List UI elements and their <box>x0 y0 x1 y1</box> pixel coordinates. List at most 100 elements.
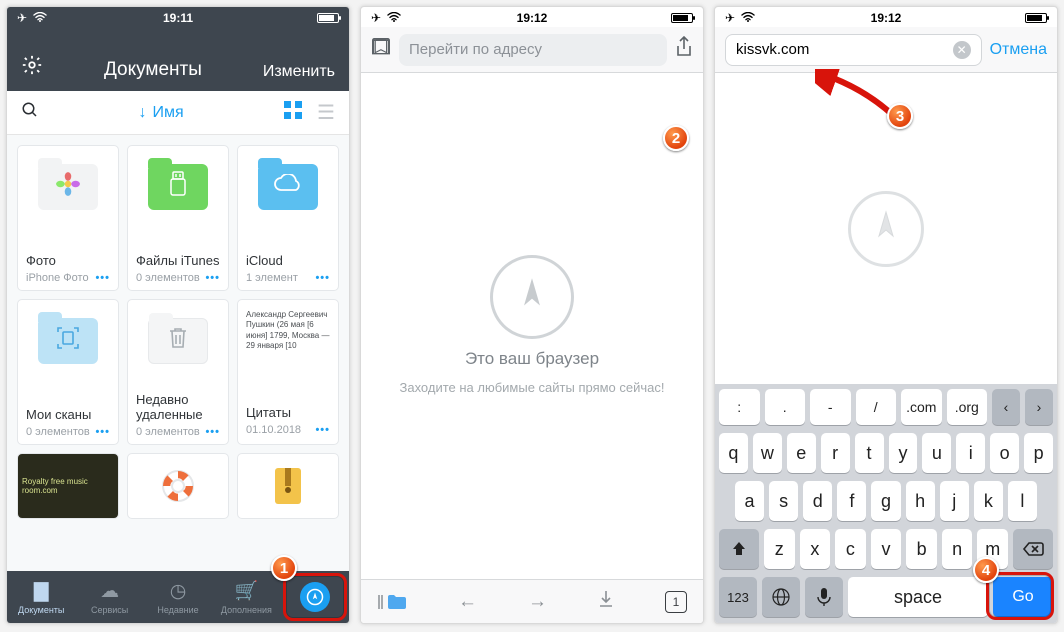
tab-addons[interactable]: 🛒Дополнения <box>212 571 280 623</box>
key-globe[interactable] <box>762 577 800 617</box>
key-k[interactable]: k <box>974 481 1003 521</box>
key-space[interactable]: space <box>848 577 988 617</box>
key-i[interactable]: i <box>956 433 985 473</box>
more-icon[interactable]: ••• <box>205 272 220 284</box>
key-d[interactable]: d <box>803 481 832 521</box>
status-time: 19:12 <box>517 11 548 25</box>
tile-scans[interactable]: Мои сканы 0 элементов••• <box>17 299 119 445</box>
tabs-button[interactable]: 1 <box>665 591 687 613</box>
address-field[interactable]: Перейти по адресу <box>399 34 667 66</box>
list-view-icon[interactable]: ☰ <box>317 100 335 125</box>
key-prev[interactable]: ‹ <box>992 389 1020 425</box>
cancel-button[interactable]: Отмена <box>990 41 1047 59</box>
tile-itunes[interactable]: Файлы iTunes 0 элементов••• <box>127 145 229 291</box>
note-preview: Александр Сергеевич Пушкин (26 мая [6 ию… <box>246 310 330 352</box>
key-mic[interactable] <box>805 577 843 617</box>
key-slash[interactable]: / <box>856 389 897 425</box>
sort-button[interactable]: ↓ Имя <box>138 104 183 122</box>
key-o[interactable]: o <box>990 433 1019 473</box>
share-icon[interactable] <box>675 36 693 64</box>
back-icon[interactable]: ← <box>458 591 477 613</box>
key-next[interactable]: › <box>1025 389 1053 425</box>
more-icon[interactable]: ••• <box>315 424 330 436</box>
wifi-icon <box>33 11 47 25</box>
key-c[interactable]: c <box>835 529 866 569</box>
thumb-lifebuoy[interactable] <box>127 453 229 519</box>
key-n[interactable]: n <box>942 529 973 569</box>
key-x[interactable]: x <box>800 529 831 569</box>
empty-title: Это ваш браузер <box>465 349 599 369</box>
key-r[interactable]: r <box>821 433 850 473</box>
address-input[interactable]: kissvk.com ✕ <box>725 34 982 66</box>
tab-recent[interactable]: ◷Недавние <box>144 571 212 623</box>
key-l[interactable]: l <box>1008 481 1037 521</box>
download-icon[interactable] <box>598 590 614 614</box>
thumb-music[interactable]: Royalty free music room.com <box>17 453 119 519</box>
key-b[interactable]: b <box>906 529 937 569</box>
thumb-zip[interactable] <box>237 453 339 519</box>
key-a[interactable]: a <box>735 481 764 521</box>
search-icon[interactable] <box>21 101 39 124</box>
key-f[interactable]: f <box>837 481 866 521</box>
tabs-count-label: 1 <box>673 595 680 609</box>
airplane-icon: ✈ <box>725 11 735 25</box>
tile-name: Цитаты <box>246 405 330 420</box>
tile-photos[interactable]: Фото iPhone Фото••• <box>17 145 119 291</box>
key-s[interactable]: s <box>769 481 798 521</box>
tab-services[interactable]: ☁Сервисы <box>75 571 143 623</box>
more-icon[interactable]: ••• <box>95 272 110 284</box>
battery-icon <box>671 13 693 23</box>
grid-view-icon[interactable] <box>283 100 303 125</box>
key-123[interactable]: 123 <box>719 577 757 617</box>
tab-documents[interactable]: ▇Документы <box>7 571 75 623</box>
key-e[interactable]: e <box>787 433 816 473</box>
more-icon[interactable]: ••• <box>95 426 110 438</box>
tile-icloud[interactable]: iCloud 1 элемент••• <box>237 145 339 291</box>
gear-icon[interactable] <box>21 54 43 81</box>
documents-grid[interactable]: Фото iPhone Фото••• Файлы iTunes 0 элеме… <box>7 135 349 571</box>
key-g[interactable]: g <box>871 481 900 521</box>
tile-quotes[interactable]: Александр Сергеевич Пушкин (26 мая [6 ию… <box>237 299 339 445</box>
key-t[interactable]: t <box>855 433 884 473</box>
edit-button[interactable]: Изменить <box>263 63 335 81</box>
key-dash[interactable]: - <box>810 389 851 425</box>
key-j[interactable]: j <box>940 481 969 521</box>
key-v[interactable]: v <box>871 529 902 569</box>
key-dotorg[interactable]: .org <box>947 389 988 425</box>
clock-icon: ◷ <box>170 580 187 603</box>
phone-2-browser-empty: ✈ 19:12 Перейти по адресу Это ваш браузе… <box>360 6 704 624</box>
key-shift[interactable] <box>719 529 759 569</box>
tab-label: Дополнения <box>221 605 272 615</box>
tile-name: Файлы iTunes <box>136 253 220 268</box>
key-backspace[interactable] <box>1013 529 1053 569</box>
tile-sub: 0 элементов <box>136 426 200 438</box>
tile-sub: 1 элемент <box>246 272 298 284</box>
key-y[interactable]: y <box>889 433 918 473</box>
sidebar-folder[interactable] <box>377 593 407 611</box>
key-q[interactable]: q <box>719 433 748 473</box>
key-w[interactable]: w <box>753 433 782 473</box>
forward-icon[interactable]: → <box>528 591 547 613</box>
address-placeholder: Перейти по адресу <box>409 41 542 58</box>
tile-name: Фото <box>26 253 110 268</box>
address-bar-row: kissvk.com ✕ Отмена <box>715 27 1057 73</box>
highlight-box-1 <box>283 573 347 621</box>
key-z[interactable]: z <box>764 529 795 569</box>
empty-subtitle: Заходите на любимые сайты прямо сейчас! <box>399 379 664 397</box>
clear-icon[interactable]: ✕ <box>953 41 971 59</box>
key-dot[interactable]: . <box>765 389 806 425</box>
more-icon[interactable]: ••• <box>205 426 220 438</box>
key-colon[interactable]: : <box>719 389 760 425</box>
bookmarks-icon[interactable] <box>371 37 391 63</box>
key-h[interactable]: h <box>906 481 935 521</box>
key-p[interactable]: p <box>1024 433 1053 473</box>
status-time: 19:12 <box>871 11 902 25</box>
more-icon[interactable]: ••• <box>315 272 330 284</box>
key-u[interactable]: u <box>922 433 951 473</box>
cloud-icon: ☁ <box>100 580 119 603</box>
app-header: Документы Изменить <box>7 27 349 91</box>
key-dotcom[interactable]: .com <box>901 389 942 425</box>
tile-trash[interactable]: Недавно удаленные 0 элементов ••• <box>127 299 229 445</box>
compass-icon <box>848 191 924 267</box>
tile-name: Недавно удаленные <box>136 392 220 422</box>
